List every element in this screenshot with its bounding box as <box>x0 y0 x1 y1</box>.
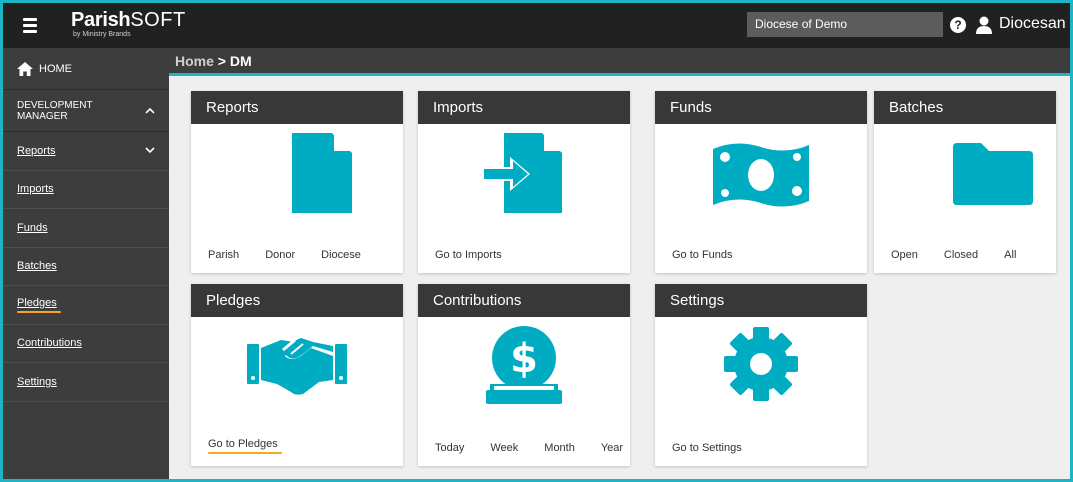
card-title[interactable]: Reports <box>191 91 403 124</box>
breadcrumb-current: DM <box>229 53 252 69</box>
link-parish[interactable]: Parish <box>208 249 239 261</box>
link-diocese[interactable]: Diocese <box>321 249 361 261</box>
link-donor[interactable]: Donor <box>265 249 295 261</box>
donate-dollar-icon: $ <box>486 326 562 404</box>
card-icon-wrap <box>191 133 403 221</box>
card-imports: Imports Go to Imports <box>418 91 630 273</box>
file-import-icon <box>484 133 562 213</box>
card-pledges: Pledges Go to Pledges <box>191 284 403 466</box>
link-go-to-imports[interactable]: Go to Imports <box>435 249 502 261</box>
card-settings: Settings Go to Settings <box>655 284 867 466</box>
user-name[interactable]: Diocesan <box>999 15 1066 33</box>
app-frame: ParishSOFT by Ministry Brands Diocese of… <box>0 0 1073 482</box>
top-bar: ParishSOFT by Ministry Brands Diocese of… <box>3 3 1070 48</box>
card-icon-wrap <box>655 133 867 221</box>
sidebar-item-label: Contributions <box>17 337 82 350</box>
document-icon <box>292 133 352 213</box>
sidebar-item-label: Imports <box>17 183 54 196</box>
sidebar-item-funds[interactable]: Funds <box>3 209 169 248</box>
card-title[interactable]: Contributions <box>418 284 630 317</box>
brand-name-light: SOFT <box>130 9 186 31</box>
sidebar-home[interactable]: HOME <box>3 48 169 90</box>
card-batches: Batches Open Closed All <box>874 91 1056 273</box>
money-bill-icon <box>713 143 809 207</box>
card-links: Open Closed All <box>891 249 1042 261</box>
breadcrumb-separator: > <box>217 53 226 69</box>
folder-icon <box>953 143 1033 205</box>
highlight-underline <box>17 310 61 313</box>
link-month[interactable]: Month <box>544 442 575 454</box>
breadcrumb-home[interactable]: Home <box>175 53 214 69</box>
sidebar: HOME DEVELOPMENT MANAGER Reports Imports… <box>3 48 169 479</box>
link-open[interactable]: Open <box>891 249 918 261</box>
sidebar-item-batches[interactable]: Batches <box>3 248 169 286</box>
card-title[interactable]: Funds <box>655 91 867 124</box>
hamburger-menu-icon[interactable] <box>23 18 37 33</box>
help-icon[interactable]: ? <box>950 17 966 33</box>
sidebar-section-label: DEVELOPMENT MANAGER <box>17 99 93 122</box>
link-week[interactable]: Week <box>490 442 518 454</box>
card-icon-wrap <box>655 326 867 414</box>
chevron-down-icon <box>145 147 155 154</box>
user-icon[interactable] <box>976 16 992 34</box>
card-icon-wrap <box>191 326 403 414</box>
brand-tagline: by Ministry Brands <box>73 31 131 38</box>
card-links: Go to Pledges <box>208 438 334 454</box>
link-go-to-settings[interactable]: Go to Settings <box>672 442 742 454</box>
sidebar-item-reports[interactable]: Reports <box>3 132 169 171</box>
link-closed[interactable]: Closed <box>944 249 978 261</box>
sidebar-section-development-manager[interactable]: DEVELOPMENT MANAGER <box>3 90 169 132</box>
chevron-up-icon <box>145 107 155 114</box>
card-links: Go to Funds <box>672 249 759 261</box>
sidebar-item-label: Pledges <box>17 296 57 309</box>
sidebar-item-label: Settings <box>17 375 57 388</box>
card-funds: Funds Go to Funds <box>655 91 867 273</box>
brand-name-bold: Parish <box>71 9 131 31</box>
card-contributions: Contributions $ Today Week Month Year <box>418 284 630 466</box>
card-icon-wrap <box>874 133 1056 221</box>
link-go-to-pledges-wrap: Go to Pledges <box>208 438 308 454</box>
sidebar-home-label: HOME <box>39 62 72 75</box>
sidebar-item-pledges[interactable]: Pledges <box>3 286 169 325</box>
handshake-icon <box>247 338 347 395</box>
sidebar-item-pledges-wrap: Pledges <box>17 297 61 313</box>
sidebar-item-contributions[interactable]: Contributions <box>3 325 169 363</box>
brand-logo: ParishSOFT by Ministry Brands <box>71 9 186 39</box>
card-title[interactable]: Batches <box>874 91 1056 124</box>
card-title[interactable]: Imports <box>418 91 630 124</box>
card-title[interactable]: Pledges <box>191 284 403 317</box>
link-today[interactable]: Today <box>435 442 464 454</box>
card-links: Go to Imports <box>435 249 528 261</box>
link-go-to-pledges[interactable]: Go to Pledges <box>208 438 278 450</box>
link-go-to-funds[interactable]: Go to Funds <box>672 249 733 261</box>
organization-select[interactable]: Diocese of Demo <box>747 12 943 37</box>
sidebar-item-label: Reports <box>17 144 56 157</box>
card-reports: Reports Parish Donor Diocese <box>191 91 403 273</box>
card-links: Today Week Month Year <box>435 442 649 454</box>
sidebar-item-label: Funds <box>17 221 48 234</box>
link-year[interactable]: Year <box>601 442 623 454</box>
link-all[interactable]: All <box>1004 249 1016 261</box>
sidebar-item-label: Batches <box>17 260 57 273</box>
breadcrumb: Home > DM <box>169 48 1070 76</box>
highlight-underline <box>208 452 282 454</box>
sidebar-item-settings[interactable]: Settings <box>3 363 169 402</box>
home-icon <box>17 61 33 76</box>
gear-icon <box>724 327 798 401</box>
card-icon-wrap <box>418 133 630 221</box>
sidebar-item-imports[interactable]: Imports <box>3 171 169 209</box>
card-title[interactable]: Settings <box>655 284 867 317</box>
card-icon-wrap: $ <box>418 326 630 414</box>
svg-text:$: $ <box>510 336 538 382</box>
card-links: Go to Settings <box>672 442 768 454</box>
card-links: Parish Donor Diocese <box>208 249 387 261</box>
